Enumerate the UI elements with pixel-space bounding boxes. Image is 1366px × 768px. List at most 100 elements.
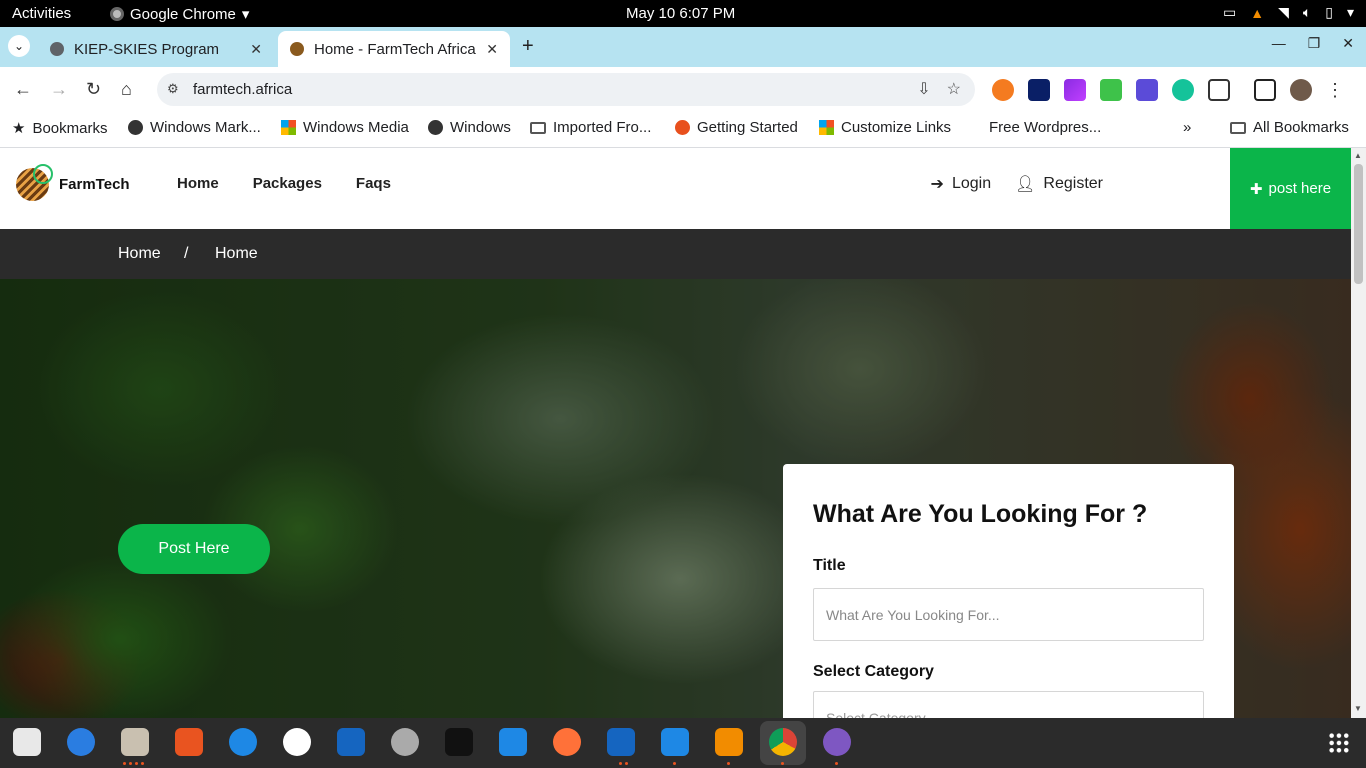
extension-check-icon[interactable] bbox=[1028, 79, 1050, 101]
close-tab-icon[interactable]: ✕ bbox=[486, 41, 498, 58]
screen-icon[interactable]: ▭ bbox=[1223, 4, 1236, 21]
browser-toolbar: ← → ↻ ⌂ ⚙ farmtech.africa ⇩ ☆ ⋮ bbox=[0, 67, 1366, 112]
bookmark-item[interactable]: Windows bbox=[428, 119, 511, 136]
inkscape-app-icon[interactable] bbox=[445, 728, 473, 756]
restore-icon[interactable]: ❐ bbox=[1308, 35, 1321, 52]
page-scrollbar[interactable]: ▲ ▼ bbox=[1351, 148, 1366, 718]
folder-icon bbox=[1230, 121, 1246, 134]
login-link[interactable]: ➔ Login bbox=[931, 174, 992, 194]
settings-app-icon[interactable] bbox=[391, 728, 419, 756]
hero-section: Post Here What Are You Looking For ? Tit… bbox=[0, 279, 1351, 718]
bookmark-label: Bookmarks bbox=[32, 119, 108, 137]
nav-packages[interactable]: Packages bbox=[253, 175, 322, 192]
back-icon[interactable]: ← bbox=[14, 79, 32, 100]
site-info-icon[interactable]: ⚙ bbox=[167, 81, 179, 97]
search-card: What Are You Looking For ? Title Select … bbox=[783, 464, 1234, 718]
home-icon[interactable]: ⌂ bbox=[121, 79, 132, 100]
category-select[interactable]: Select Category bbox=[813, 691, 1204, 718]
tab-kiep-skies[interactable]: KIEP-SKIES Program ✕ bbox=[38, 31, 274, 67]
dock bbox=[0, 718, 1366, 768]
thunderbird-app-icon[interactable] bbox=[67, 728, 95, 756]
text-editor-app-icon[interactable] bbox=[13, 728, 41, 756]
volume-icon[interactable]: 🔈︎ bbox=[1303, 4, 1311, 21]
minimize-icon[interactable]: — bbox=[1272, 35, 1286, 52]
running-indicator bbox=[673, 762, 676, 765]
scroll-down-icon[interactable]: ▼ bbox=[1354, 704, 1362, 713]
network-app-icon[interactable] bbox=[823, 728, 851, 756]
close-tab-icon[interactable]: ✕ bbox=[250, 41, 262, 58]
bookmarks-overflow-button[interactable]: » bbox=[1183, 119, 1191, 136]
site-header: FarmTech Home Packages Faqs ➔ Login 👤︎ R… bbox=[0, 148, 1351, 229]
extension-grammarly-icon[interactable] bbox=[1172, 79, 1194, 101]
address-bar[interactable]: ⚙ farmtech.africa ⇩ ☆ bbox=[157, 73, 975, 106]
firefox-app-icon[interactable] bbox=[553, 728, 581, 756]
running-indicator bbox=[835, 762, 838, 765]
bookmark-item[interactable]: ★ Bookmarks bbox=[12, 119, 108, 138]
system-top-bar: Activities Google Chrome ▾ May 10 6:07 P… bbox=[0, 0, 1366, 27]
extensions-area: ⋮ bbox=[992, 79, 1344, 101]
register-label: Register bbox=[1043, 175, 1103, 192]
software-app-icon[interactable] bbox=[175, 728, 203, 756]
all-bookmarks-button[interactable]: All Bookmarks bbox=[1230, 119, 1349, 136]
forward-icon[interactable]: → bbox=[50, 79, 68, 100]
writer-app-icon[interactable] bbox=[607, 728, 635, 756]
bookmark-folder[interactable]: Imported Fro... bbox=[530, 119, 651, 136]
vscode-app-icon[interactable] bbox=[499, 728, 527, 756]
globe-icon bbox=[428, 120, 443, 135]
files-app-icon[interactable] bbox=[121, 728, 149, 756]
chrome-menu-icon[interactable]: ⋮ bbox=[1326, 80, 1344, 101]
wifi-icon[interactable]: ◥ bbox=[1278, 4, 1289, 21]
vscode-insiders-app-icon[interactable] bbox=[661, 728, 689, 756]
side-panel-icon[interactable] bbox=[1254, 79, 1276, 101]
dictionary-app-icon[interactable] bbox=[337, 728, 365, 756]
extension-picker-icon[interactable] bbox=[1100, 79, 1122, 101]
auth-links: ➔ Login 👤︎ Register bbox=[931, 174, 1103, 194]
bookmark-item[interactable]: Free Wordpres... bbox=[989, 119, 1101, 136]
tab-title: Home - FarmTech Africa bbox=[314, 40, 476, 58]
vlc-tray-icon[interactable]: ▲ bbox=[1250, 5, 1264, 21]
battery-icon[interactable]: ▯ bbox=[1325, 4, 1333, 21]
nav-faqs[interactable]: Faqs bbox=[356, 175, 391, 192]
extension-orange-icon[interactable] bbox=[992, 79, 1014, 101]
breadcrumb-home-link[interactable]: Home bbox=[118, 245, 161, 263]
show-apps-icon[interactable] bbox=[1328, 732, 1350, 754]
profile-avatar[interactable] bbox=[1290, 79, 1312, 101]
activities-button[interactable]: Activities bbox=[12, 5, 71, 22]
chrome-app-icon[interactable] bbox=[769, 728, 797, 756]
scrollbar-thumb[interactable] bbox=[1354, 164, 1363, 284]
scroll-up-icon[interactable]: ▲ bbox=[1354, 151, 1362, 160]
close-window-icon[interactable]: ✕ bbox=[1342, 35, 1354, 52]
vlc-app-icon[interactable] bbox=[715, 728, 743, 756]
extension-video-icon[interactable] bbox=[1136, 79, 1158, 101]
tab-search-icon[interactable]: ⌄ bbox=[8, 35, 30, 57]
system-tray[interactable]: ▭ ▲ ◥ 🔈︎ ▯ ▾ bbox=[1223, 4, 1354, 21]
category-label: Select Category bbox=[813, 663, 934, 680]
post-here-button[interactable]: ✚ post here bbox=[1230, 148, 1351, 229]
extension-pen-icon[interactable] bbox=[1064, 79, 1086, 101]
bookmark-star-icon[interactable]: ☆ bbox=[947, 79, 961, 99]
running-indicator bbox=[781, 762, 784, 765]
nav-home[interactable]: Home bbox=[177, 175, 219, 192]
slack-app-icon[interactable] bbox=[283, 728, 311, 756]
register-link[interactable]: 👤︎ Register bbox=[1015, 174, 1103, 194]
extensions-puzzle-icon[interactable] bbox=[1208, 79, 1230, 101]
tab-farmtech[interactable]: Home - FarmTech Africa ✕ bbox=[278, 31, 510, 67]
help-app-icon[interactable] bbox=[229, 728, 257, 756]
power-menu-icon[interactable]: ▾ bbox=[1347, 4, 1354, 21]
app-menu[interactable]: Google Chrome ▾ bbox=[110, 5, 249, 23]
title-input[interactable] bbox=[813, 588, 1204, 641]
bookmarks-bar: ★ Bookmarks Windows Mark... Windows Medi… bbox=[0, 112, 1366, 148]
running-indicator bbox=[619, 762, 628, 765]
clock[interactable]: May 10 6:07 PM bbox=[626, 5, 735, 22]
bookmark-item[interactable]: Windows Media bbox=[281, 119, 409, 136]
bookmark-item[interactable]: Customize Links bbox=[819, 119, 951, 136]
bookmark-label: Windows bbox=[450, 119, 511, 136]
bookmark-item[interactable]: Getting Started bbox=[675, 119, 798, 136]
reload-icon[interactable]: ↻ bbox=[86, 79, 101, 100]
bookmark-item[interactable]: Windows Mark... bbox=[128, 119, 261, 136]
site-logo[interactable]: FarmTech bbox=[16, 164, 130, 201]
install-app-icon[interactable]: ⇩ bbox=[917, 79, 930, 99]
new-tab-icon[interactable]: + bbox=[522, 35, 534, 58]
url-text[interactable]: farmtech.africa bbox=[193, 81, 292, 98]
hero-post-here-button[interactable]: Post Here bbox=[118, 524, 270, 574]
